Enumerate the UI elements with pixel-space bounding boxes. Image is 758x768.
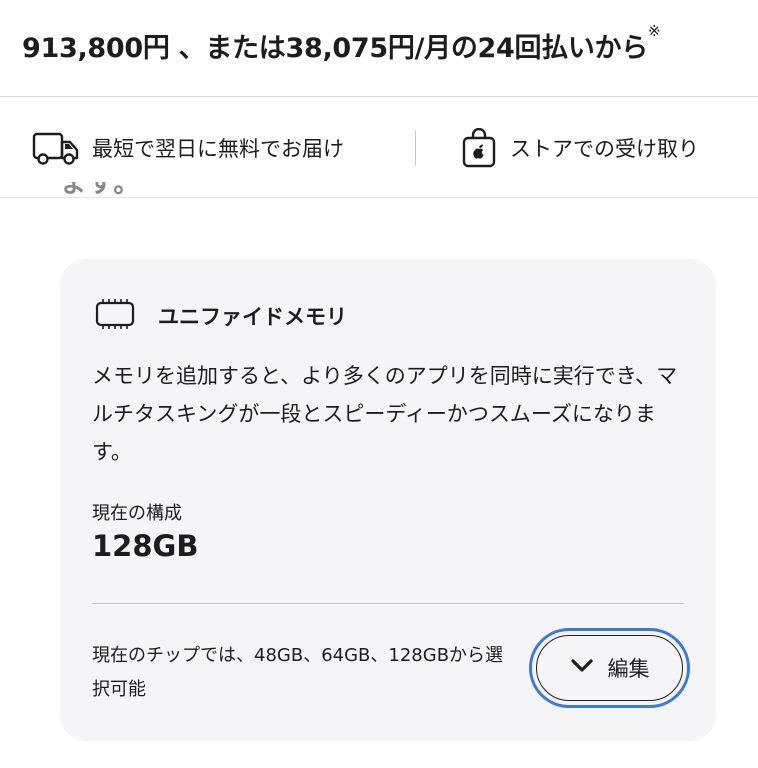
price-header: 913,800円 、または38,075円/月の24回払いから※ [0, 0, 758, 97]
apple-bag-icon [462, 128, 500, 168]
price-text: 913,800円 、または38,075円/月の24回払いから※ [22, 22, 661, 65]
shipping-label: 最短で翌日に無料でお届け [92, 137, 344, 161]
partial-text-value: ます。 [60, 182, 142, 199]
edit-button[interactable]: 編集 [529, 628, 690, 708]
price-value: 913,800円 、または38,075円/月の24回払いから [22, 33, 649, 64]
store-pickup-option[interactable]: ストアでの受け取り [462, 126, 699, 170]
availability-text: 現在のチップでは、48GB、64GB、128GBから選択可能 [92, 645, 504, 700]
current-config-label: 現在の構成 [92, 503, 182, 524]
edit-button-inner: 編集 [536, 635, 683, 701]
partial-description-text: ます。 [60, 182, 141, 210]
current-config-value: 128GB [92, 529, 199, 563]
delivery-divider [415, 130, 416, 166]
unified-memory-card: ユニファイドメモリ メモリを追加すると、より多くのアプリを同時に実行でき、マルチ… [60, 259, 716, 741]
truck-icon [32, 128, 82, 168]
edit-label: 編集 [607, 657, 650, 681]
price-footnote-mark[interactable]: ※ [648, 22, 661, 40]
shipping-option[interactable]: 最短で翌日に無料でお届け [32, 126, 344, 170]
chevron-down-icon [570, 658, 594, 678]
card-header: ユニファイドメモリ [94, 299, 347, 333]
card-title: ユニファイドメモリ [158, 305, 347, 329]
card-description: メモリを追加すると、より多くのアプリを同時に実行でき、マルチタスキングが一段とス… [92, 364, 678, 464]
card-divider [92, 603, 684, 604]
memory-chip-icon [94, 299, 136, 333]
pickup-label: ストアでの受け取り [510, 137, 699, 161]
